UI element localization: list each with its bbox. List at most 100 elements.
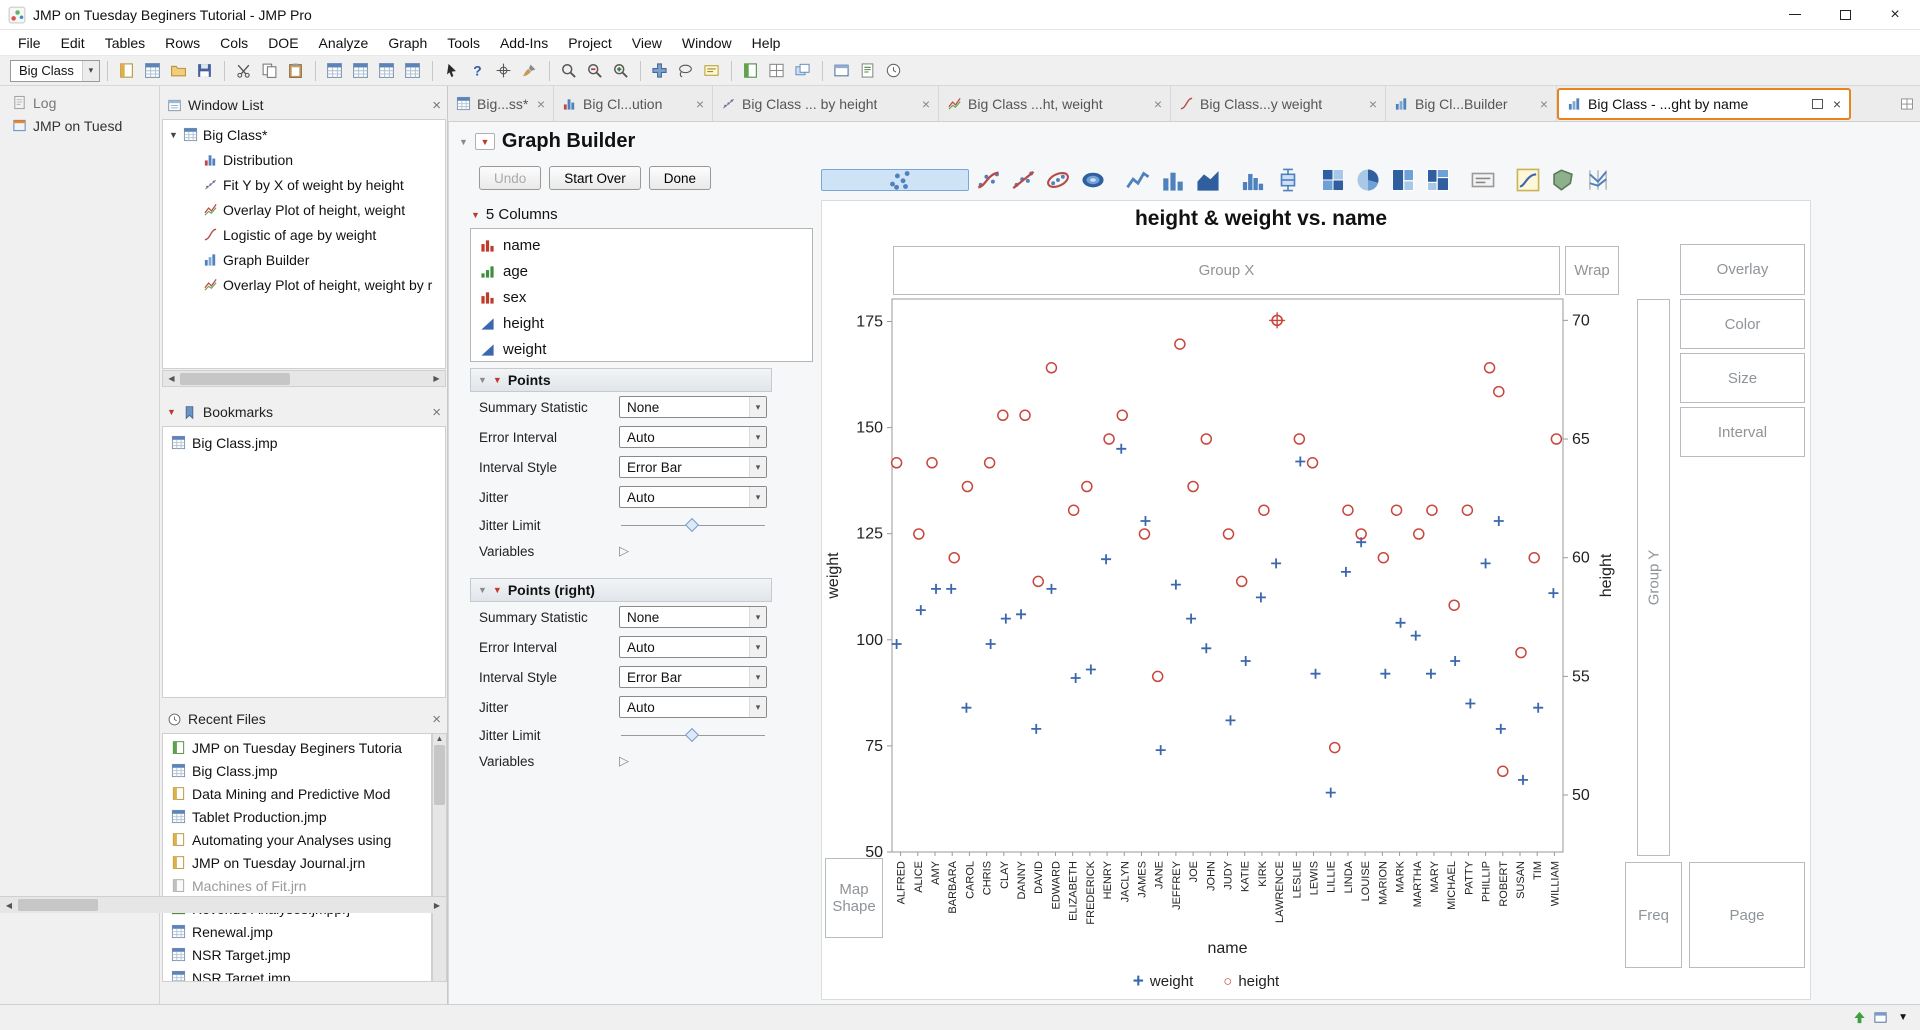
recent-file-item[interactable]: Tablet Production.jmp (163, 805, 431, 828)
recent-file-item[interactable]: JMP on Tuesday Journal.jrn (163, 851, 431, 874)
element-map-shape-icon[interactable] (1547, 164, 1579, 196)
toolbar-paste-icon[interactable] (284, 59, 308, 83)
tab-2[interactable]: Big Cl...ution× (554, 86, 713, 121)
scroll-right-icon[interactable]: ▶ (428, 374, 445, 383)
element-area-icon[interactable] (1192, 164, 1224, 196)
dock-item-log[interactable]: Log (0, 91, 159, 114)
minimize-button[interactable] (1770, 0, 1820, 29)
recent-files-vscrollbar[interactable]: ▲ (432, 733, 447, 982)
tree-item-logistic-of-age-by-weight[interactable]: Logistic of age by weight (163, 222, 445, 247)
toolbar-script-icon[interactable] (856, 59, 880, 83)
tab-3[interactable]: Big Class ... by height× (713, 86, 939, 121)
drop-zone-size[interactable]: Size (1680, 353, 1805, 403)
toolbar-journal-yellow-icon[interactable] (115, 59, 139, 83)
drop-zone-interval[interactable]: Interval (1680, 407, 1805, 457)
red-triangle-icon[interactable]: ▼ (471, 210, 480, 220)
element-heatmap-icon[interactable] (1317, 164, 1349, 196)
scroll-left-icon[interactable]: ◀ (0, 901, 18, 910)
menu-add-ins[interactable]: Add-Ins (490, 30, 558, 55)
slider-thumb[interactable] (685, 517, 699, 531)
element-histogram-icon[interactable] (1237, 164, 1269, 196)
toolbar-cursor-icon[interactable] (440, 59, 464, 83)
error-interval-select[interactable]: Auto▾ (619, 426, 767, 448)
toolbar-data-table-icon[interactable] (323, 59, 347, 83)
chevron-down-icon[interactable]: ▾ (749, 397, 766, 417)
menu-tools[interactable]: Tools (437, 30, 490, 55)
recent-file-item[interactable]: Machines of Fit.jrn (163, 874, 431, 897)
element-pie-icon[interactable] (1352, 164, 1384, 196)
tab-close-icon[interactable]: × (696, 96, 704, 112)
chevron-down-icon[interactable]: ▾ (82, 61, 99, 81)
toolbar-data-table-icon[interactable] (349, 59, 373, 83)
disclosure-icon[interactable]: ▼ (459, 137, 468, 147)
toolbar-zoom-out-icon[interactable] (583, 59, 607, 83)
menu-file[interactable]: File (8, 30, 51, 55)
toolbar-data-table-icon[interactable] (401, 59, 425, 83)
menu-project[interactable]: Project (558, 30, 622, 55)
recent-file-item[interactable]: Renewal.jmp (163, 920, 431, 943)
jitter-select[interactable]: Auto▾ (619, 696, 767, 718)
arrow-up-green-icon[interactable] (1852, 1010, 1867, 1025)
tab-5[interactable]: Big Class...y weight× (1171, 86, 1386, 121)
jitter-limit-slider[interactable] (619, 728, 767, 742)
element-line-icon[interactable] (1122, 164, 1154, 196)
tree-item-overlay-plot-of-height-weight[interactable]: Overlay Plot of height, weight (163, 197, 445, 222)
legend-item-height[interactable]: ○height (1223, 973, 1279, 990)
menu-doe[interactable]: DOE (258, 30, 308, 55)
recent-file-item[interactable]: Data Mining and Predictive Mod (163, 782, 431, 805)
start-over-button[interactable]: Start Over (549, 166, 641, 190)
element-contour-icon[interactable] (1077, 164, 1109, 196)
interval-style-select[interactable]: Error Bar▾ (619, 456, 767, 478)
points-right-panel-header[interactable]: ▼▼Points (right) (470, 578, 772, 602)
toolbar-brush-icon[interactable] (518, 59, 542, 83)
dock-item-jmp-on-tuesd[interactable]: JMP on Tuesd (0, 114, 159, 137)
scroll-right-icon[interactable]: ▶ (428, 901, 446, 910)
scroll-thumb[interactable] (180, 373, 290, 385)
column-name[interactable]: name (471, 232, 812, 258)
element-caption-box-icon[interactable] (1467, 164, 1499, 196)
window-list-hscrollbar[interactable]: ◀ ▶ (162, 370, 446, 387)
toolbar-clock-icon[interactable] (882, 59, 906, 83)
toolbar-scissors-icon[interactable] (232, 59, 256, 83)
legend-item-weight[interactable]: +weight (1133, 973, 1193, 990)
close-icon[interactable]: × (432, 711, 441, 728)
toolbar-copy-icon[interactable] (258, 59, 282, 83)
drop-zone-group-x[interactable]: Group X (893, 246, 1560, 295)
chevron-down-icon[interactable]: ▾ (749, 697, 766, 717)
tab-close-icon[interactable]: × (922, 96, 930, 112)
scroll-thumb[interactable] (434, 745, 445, 805)
chevron-down-icon[interactable]: ▾ (749, 427, 766, 447)
recent-file-item[interactable]: NSR Target.jmp (163, 966, 431, 982)
tab-maximize-icon[interactable] (1812, 99, 1823, 109)
drop-zone-freq[interactable]: Freq (1625, 862, 1682, 968)
tab-close-icon[interactable]: × (1369, 96, 1377, 112)
element-box-plot-icon[interactable] (1272, 164, 1304, 196)
element-smoother-icon[interactable] (972, 164, 1004, 196)
toolbar-magnifier-icon[interactable] (557, 59, 581, 83)
maximize-button[interactable] (1820, 0, 1870, 29)
chevron-down-icon[interactable]: ▾ (749, 607, 766, 627)
chevron-down-icon[interactable]: ▼ (1894, 1012, 1912, 1023)
toolbar-zoom-in-icon[interactable] (609, 59, 633, 83)
drop-zone-map-shape[interactable]: Map Shape (825, 858, 883, 938)
tab-7-active[interactable]: Big Class - ...ght by name× (1557, 88, 1851, 120)
element-formula-icon[interactable] (1512, 164, 1544, 196)
toolbar-copy-picture-icon[interactable] (791, 59, 815, 83)
tab-list-button[interactable] (1894, 86, 1920, 121)
disclosure-icon[interactable]: ▼ (478, 585, 487, 595)
column-sex[interactable]: sex (471, 284, 812, 310)
tree-item-distribution[interactable]: Distribution (163, 147, 445, 172)
summary-statistic-select[interactable]: None▾ (619, 396, 767, 418)
bookmark-item[interactable]: Big Class.jmp (163, 431, 445, 454)
disclosure-right-icon[interactable]: ▷ (619, 543, 629, 559)
dock-hscrollbar[interactable]: ◀ ▶ (0, 896, 446, 913)
tab-6[interactable]: Big Cl...Builder× (1386, 86, 1557, 121)
disclosure-right-icon[interactable]: ▷ (619, 753, 629, 769)
chevron-down-icon[interactable]: ▾ (749, 667, 766, 687)
toolbar-save-icon[interactable] (193, 59, 217, 83)
data-table-selector[interactable]: Big Class ▾ (10, 60, 100, 82)
drop-zone-overlay[interactable]: Overlay (1680, 244, 1805, 295)
element-line-of-fit-icon[interactable] (1007, 164, 1039, 196)
toolbar-data-table-icon[interactable] (141, 59, 165, 83)
element-bar-icon[interactable] (1157, 164, 1189, 196)
